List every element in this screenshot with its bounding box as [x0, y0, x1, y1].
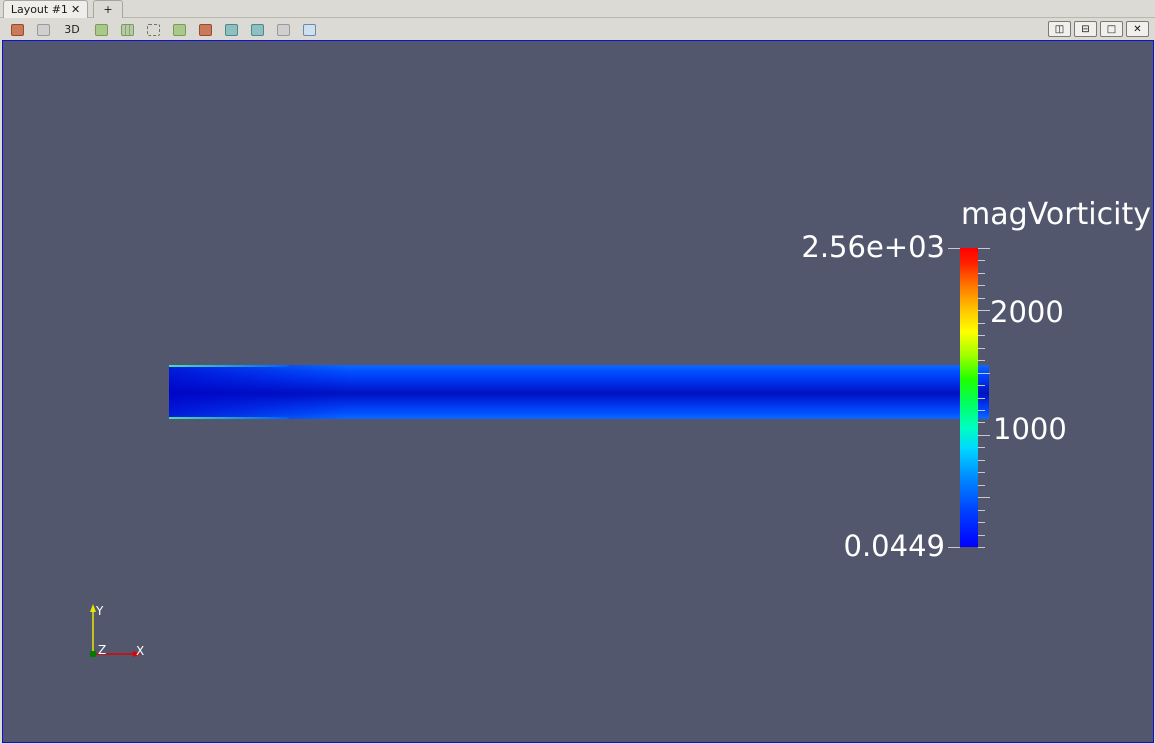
split-horizontal-button[interactable]: ◫: [1048, 21, 1071, 37]
close-view-button[interactable]: ✕: [1126, 21, 1149, 37]
scalar-bar-gradient[interactable]: [960, 248, 978, 547]
scalar-bar-tick: [978, 409, 985, 411]
scalar-bar-tick: [978, 285, 985, 287]
reset-camera-icon[interactable]: [9, 22, 25, 37]
scalar-bar-tick: [978, 397, 985, 399]
scalar-bar-tick: [978, 347, 985, 349]
flow-edge-bottom: [169, 417, 289, 419]
axes-triad-icon: [90, 604, 141, 657]
vorticity-field: [169, 365, 989, 419]
flow-edge-top: [169, 365, 289, 367]
tab-layout-1[interactable]: Layout #1 ✕: [3, 0, 88, 18]
scalar-bar-tick: [978, 260, 985, 262]
tab-label: Layout #1: [10, 3, 68, 16]
scalar-bar-max-label: 2.56e+03: [801, 230, 945, 264]
scalar-bar-tick: [978, 422, 985, 424]
render-view[interactable]: magVorticity 2.56e+03 2000 1000 0.0449 Y…: [2, 40, 1154, 743]
scalar-bar-tick: [978, 335, 985, 337]
grab-selection-icon[interactable]: [301, 22, 317, 37]
scalar-bar-label-1000: 1000: [993, 412, 1067, 446]
axis-x-label: X: [136, 644, 145, 658]
scalar-bar-tick: [978, 484, 985, 486]
scalar-bar-tick: [978, 322, 985, 324]
frustum-select-icon[interactable]: [145, 22, 161, 37]
scalar-bar-tick: [978, 534, 985, 536]
select-cells-icon[interactable]: [93, 22, 109, 37]
orientation-axes: Y X Z: [83, 601, 163, 671]
scalar-bar-tick: [978, 310, 990, 312]
camera-undo-icon[interactable]: [35, 22, 51, 37]
scalar-bar-tick: [978, 447, 985, 449]
scalar-bar-tick: [978, 459, 985, 461]
toggle-3d-button[interactable]: 3D: [61, 22, 83, 37]
new-tab-button[interactable]: +: [93, 0, 123, 18]
view-toolbar: 3D ◫ ⊟ □ ✕: [0, 19, 1155, 40]
scalar-bar-tick: [978, 272, 985, 274]
scalar-bar-tick: [978, 497, 990, 499]
scalar-bar-tick: [978, 509, 985, 511]
max-label-leader: [948, 248, 960, 249]
min-label-leader: [948, 547, 960, 548]
hover-points-icon[interactable]: [249, 22, 265, 37]
split-vertical-button[interactable]: ⊟: [1074, 21, 1097, 37]
select-points-icon[interactable]: [119, 22, 135, 37]
scalar-bar-tick: [978, 360, 985, 362]
scalar-bar-tick: [978, 434, 990, 436]
flow-inlet-region: [169, 365, 349, 419]
scalar-bar-tick: [978, 248, 990, 249]
scalar-bar-tick: [978, 547, 985, 548]
axis-y-label: Y: [96, 604, 104, 618]
scalar-bar-min-label: 0.0449: [843, 529, 945, 563]
maximize-button[interactable]: □: [1100, 21, 1123, 37]
tab-bar: Layout #1 ✕ +: [0, 0, 1155, 18]
scalar-bar-tick: [978, 297, 985, 299]
scalar-bar-ticks: [978, 248, 990, 548]
scalar-bar-title: magVorticity: [961, 197, 1151, 232]
scalar-bar-tick: [978, 472, 985, 474]
select-block-icon[interactable]: [171, 22, 187, 37]
axis-z-label: Z: [98, 643, 107, 657]
select-points-on-icon[interactable]: [223, 22, 239, 37]
close-icon[interactable]: ✕: [71, 3, 80, 16]
scalar-bar-tick: [978, 385, 985, 387]
clear-selection-icon[interactable]: [275, 22, 291, 37]
scalar-bar-tick: [978, 372, 990, 374]
scalar-bar-label-2000: 2000: [990, 295, 1064, 329]
interactive-select-icon[interactable]: [197, 22, 213, 37]
scalar-bar-tick: [978, 522, 985, 524]
